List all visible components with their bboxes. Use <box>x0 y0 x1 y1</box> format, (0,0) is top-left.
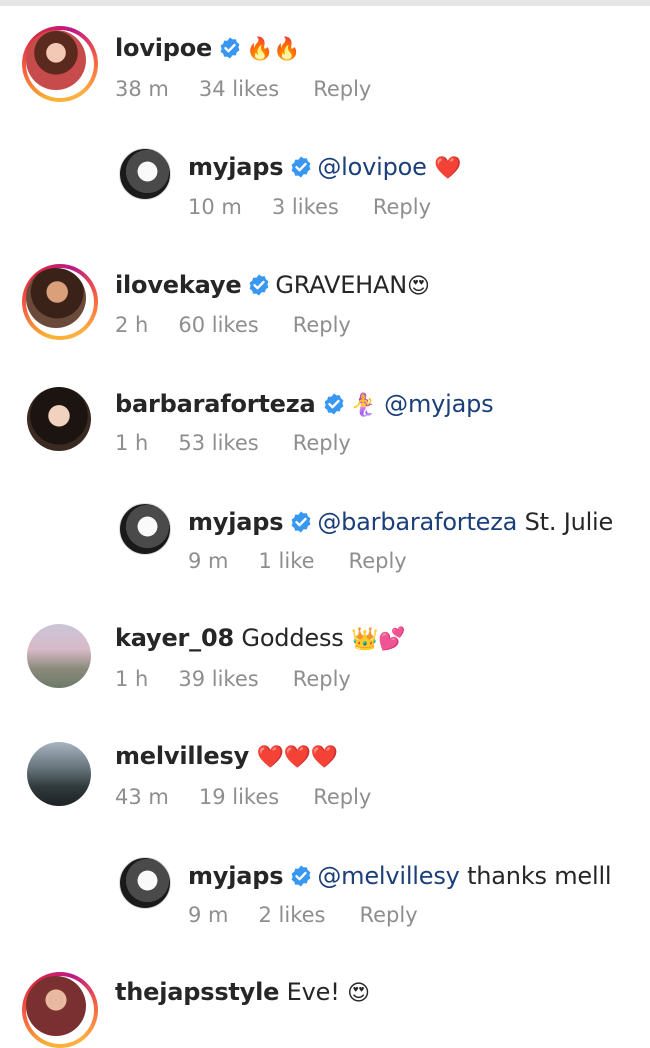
reply-button[interactable]: Reply <box>359 901 417 929</box>
reply-button[interactable]: Reply <box>293 665 351 693</box>
comment-username[interactable]: myjaps <box>188 153 284 181</box>
comment-emoji: 🧜‍♀️ <box>349 393 377 418</box>
comment-likes[interactable]: 1 like <box>259 547 315 575</box>
comment-time: 1 h <box>115 667 149 691</box>
avatar[interactable] <box>119 148 171 200</box>
comment-emoji: ❤️❤️❤️ <box>256 745 339 770</box>
reply-button[interactable]: Reply <box>293 429 351 457</box>
comment-time: 43 m <box>115 785 169 809</box>
comment-username[interactable]: myjaps <box>188 862 284 890</box>
verified-badge-icon <box>324 393 343 415</box>
comment-mention[interactable]: @melvillesy <box>317 862 459 890</box>
comment-time: 2 h <box>115 313 149 337</box>
avatar <box>26 268 86 328</box>
reply-button[interactable]: Reply <box>373 193 431 221</box>
comment-emoji: 😍 <box>347 981 370 1006</box>
comment-likes[interactable]: 19 likes <box>199 783 279 811</box>
avatar <box>26 30 86 90</box>
avatar[interactable] <box>27 387 91 451</box>
comment-likes[interactable]: 2 likes <box>259 901 326 929</box>
avatar <box>26 976 86 1036</box>
avatar-story-ring[interactable] <box>22 26 98 102</box>
verified-badge-icon <box>291 511 311 533</box>
comment-emoji: 😍 <box>407 274 430 299</box>
avatar[interactable] <box>119 503 171 555</box>
comment-username[interactable]: thejapsstyle <box>115 978 279 1006</box>
verified-badge-icon <box>250 274 269 296</box>
comment-mention[interactable]: @myjaps <box>384 390 493 418</box>
verified-badge-icon <box>291 865 311 887</box>
comment-emoji: 👑💕 <box>350 627 406 652</box>
verified-badge-icon <box>220 37 240 59</box>
comment-username[interactable]: melvillesy <box>115 742 249 770</box>
comment-text: thanks melll <box>467 862 612 890</box>
comment-likes[interactable]: 39 likes <box>178 665 258 693</box>
verified-badge-icon <box>291 156 311 178</box>
comment-likes[interactable]: 60 likes <box>178 311 258 339</box>
comment-username[interactable]: myjaps <box>188 508 284 536</box>
comment-time: 9 m <box>188 549 229 573</box>
comment-time: 9 m <box>188 903 229 927</box>
avatar[interactable] <box>27 624 91 688</box>
reply-button[interactable]: Reply <box>313 783 371 811</box>
comment-time: 1 h <box>115 431 149 455</box>
avatar[interactable] <box>119 857 171 909</box>
comment-mention[interactable]: @barbaraforteza <box>317 508 517 536</box>
reply-button[interactable]: Reply <box>293 311 351 339</box>
top-divider <box>0 0 650 6</box>
comment-emoji: 🔥🔥 <box>246 37 301 62</box>
reply-button[interactable]: Reply <box>313 75 371 103</box>
comment-likes[interactable]: 3 likes <box>272 193 339 221</box>
comment-likes[interactable]: 34 likes <box>199 75 279 103</box>
comment-emoji: ❤️ <box>434 156 462 181</box>
reply-button[interactable]: Reply <box>349 547 407 575</box>
comment-text: Goddess <box>241 624 344 652</box>
comment-username[interactable]: lovipoe <box>115 34 212 62</box>
comment-username[interactable]: ilovekaye <box>115 271 242 299</box>
avatar-story-ring[interactable] <box>22 972 98 1048</box>
comment-time: 38 m <box>115 77 169 101</box>
comment-time: 10 m <box>188 195 242 219</box>
comment-mention[interactable]: @lovipoe <box>317 153 427 181</box>
comment-username[interactable]: kayer_08 <box>115 624 234 652</box>
comment-text: St. Julie <box>524 508 614 536</box>
comment-username[interactable]: barbaraforteza <box>115 390 316 418</box>
comment-likes[interactable]: 53 likes <box>178 429 258 457</box>
comment-text: Eve! <box>286 978 340 1006</box>
comment-text: GRAVEHAN <box>275 271 407 299</box>
avatar[interactable] <box>27 742 91 806</box>
avatar-story-ring[interactable] <box>22 264 98 340</box>
